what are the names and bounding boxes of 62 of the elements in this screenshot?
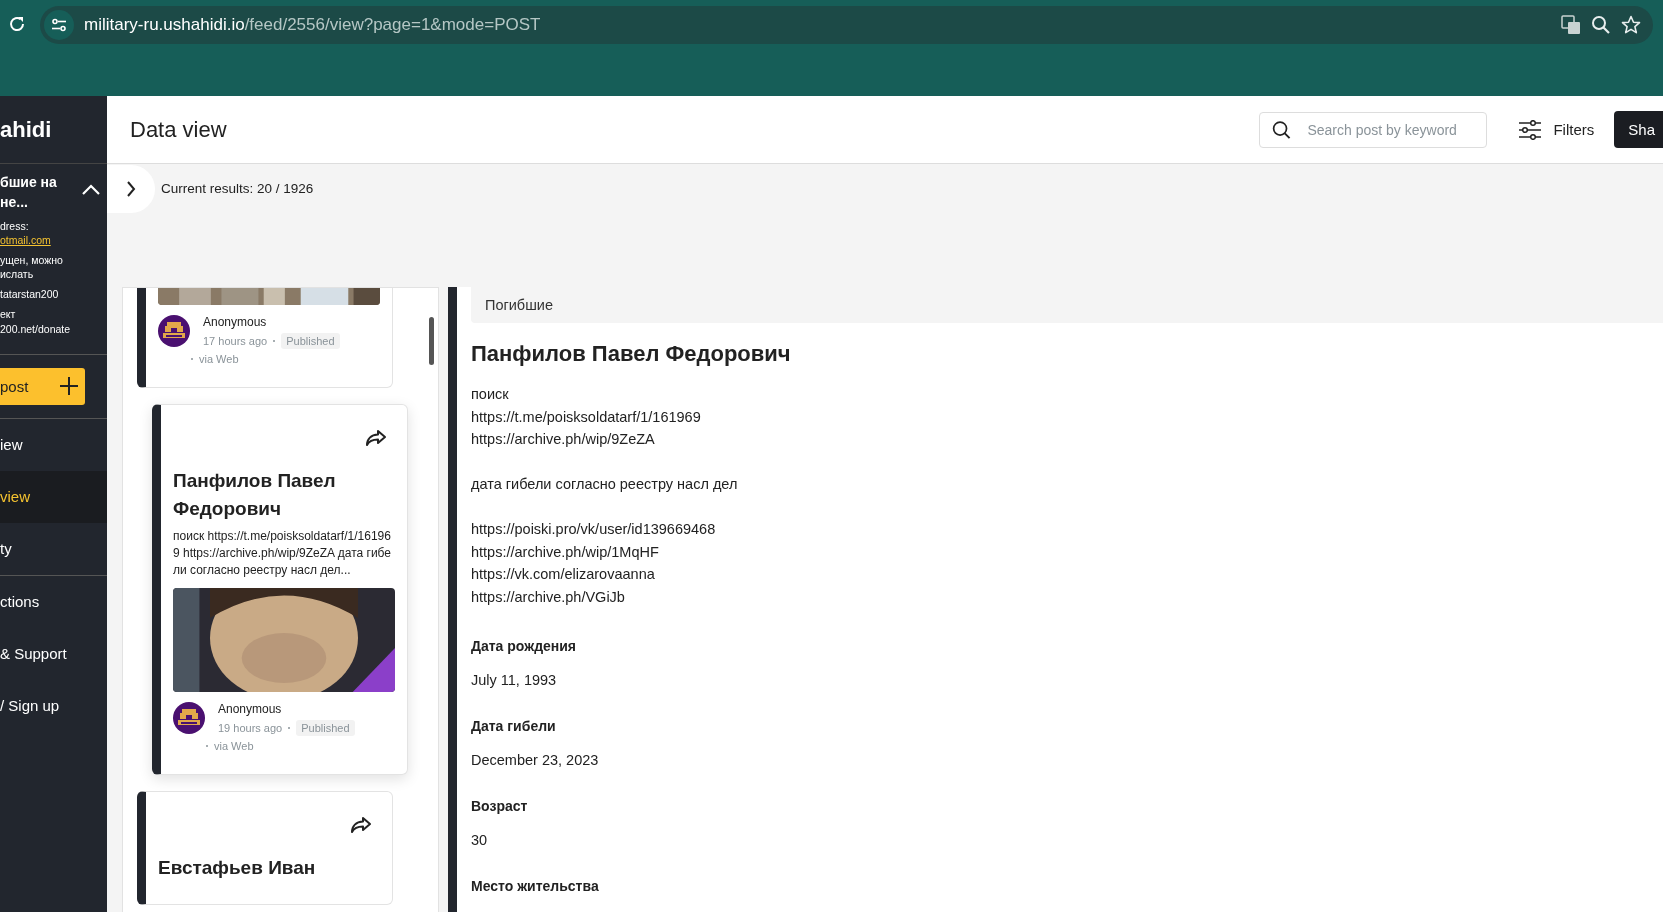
survey-info-text: ущен, можно ислать	[0, 252, 64, 282]
nav-item[interactable]: ctions	[0, 575, 107, 628]
search-field[interactable]: Search post by keyword	[1259, 111, 1488, 148]
field-label: Возраст	[471, 798, 529, 814]
zoom-icon[interactable]	[1591, 15, 1611, 35]
nav-item[interactable]: iew	[0, 418, 107, 471]
address-bar[interactable]: military-ru.ushahidi.io/feed/2556/view?page=1&mode=POST	[40, 6, 1653, 44]
post-source: via Web	[199, 353, 239, 365]
post-title: Панфилов Павел Федорович	[471, 341, 792, 367]
post-time: 19 hours ago	[218, 722, 283, 735]
share-icon[interactable]	[350, 816, 372, 835]
nav-item[interactable]: ty	[0, 522, 107, 575]
translate-icon[interactable]	[1561, 15, 1581, 35]
field-value: 30	[471, 832, 489, 848]
post-time: 17 hours ago	[203, 335, 268, 347]
field-label: Место жительства	[471, 878, 600, 894]
filters-icon	[1519, 119, 1542, 140]
results-count: Current results: 20 / 1926	[161, 181, 314, 196]
page-title: Data view	[130, 116, 228, 143]
post-card[interactable]: Anonymous 17 hours ago Published via Web	[137, 288, 393, 388]
survey-title: бшие на не...	[0, 173, 57, 213]
post-excerpt: поиск https://t.me/poisksoldatarf/1/161969 https://archive.ph/wip/9ZeZA дата гибели согласно реестру насл дел...	[173, 528, 393, 579]
collapse-icon[interactable]	[81, 184, 101, 196]
field-value: December 23, 2023	[471, 752, 600, 768]
post-card[interactable]: Панфилов Павел Федорович поиск https://t.me/poisksoldatarf/1/161969 https://archive.ph/wip/9ZeZA дата гибели согласно реестру насл дел... Anonymous 19 hours ago Published via Web	[152, 404, 408, 776]
post-source: via Web	[214, 740, 254, 753]
field-label: Дата гибели	[471, 718, 557, 734]
nav-item[interactable]: / Sign up	[0, 679, 107, 732]
author-name: Anonymous	[218, 702, 283, 717]
category-label: Погибшие	[485, 297, 553, 313]
plus-icon	[59, 376, 79, 397]
logo-text: ahidi	[0, 116, 52, 143]
survey-info-text: tatarstan200	[0, 287, 60, 302]
post-description: поиск https://t.me/poisksoldatarf/1/161969 https://archive.ph/wip/9ZeZA дата гибели согласно реестру насл дел https://poiski.pro/vk/user/id139669468 https://archive.ph/wip/1MqHF https://vk.com/elizarovaanna https://archive.ph/VGiJb	[471, 385, 739, 607]
post-card[interactable]: Евстафьев Иван	[137, 791, 393, 906]
field-label: Дата рождения	[471, 638, 578, 654]
status-badge: Published	[281, 333, 340, 349]
post-title: Евстафьев Иван	[158, 856, 317, 881]
chevron-right-icon	[126, 181, 136, 197]
share-icon[interactable]	[365, 429, 387, 447]
scrollbar-thumb[interactable]	[429, 317, 434, 365]
survey-info-text: dress:	[0, 218, 30, 233]
site-settings-icon[interactable]	[51, 18, 67, 32]
post-title: Панфилов Павел Федорович	[173, 469, 337, 521]
search-icon	[1272, 119, 1292, 140]
reload-icon[interactable]	[8, 15, 26, 33]
field-value: July 11, 1993	[471, 672, 558, 688]
status-badge: Published	[296, 720, 355, 737]
share-button[interactable]: Sha	[1614, 111, 1663, 148]
avatar-icon	[158, 315, 190, 347]
search-input[interactable]: Search post by keyword	[1305, 120, 1475, 139]
add-post-button[interactable]: post	[0, 367, 85, 405]
author-name: Anonymous	[203, 315, 268, 329]
filters-button[interactable]: Filters	[1507, 119, 1595, 140]
avatar-icon	[173, 702, 205, 735]
expand-toggle[interactable]	[107, 165, 155, 213]
url-text: military-ru.ushahidi.io/feed/2556/view?page=1&mode=POST	[84, 15, 542, 35]
nav-item[interactable]: & Support	[0, 627, 107, 680]
email-link[interactable]: otmail.com	[0, 232, 107, 247]
nav-item[interactable]: view	[0, 470, 107, 523]
survey-info-text: ект 200.net/donate	[0, 307, 72, 336]
bookmark-star-icon[interactable]	[1621, 15, 1641, 35]
